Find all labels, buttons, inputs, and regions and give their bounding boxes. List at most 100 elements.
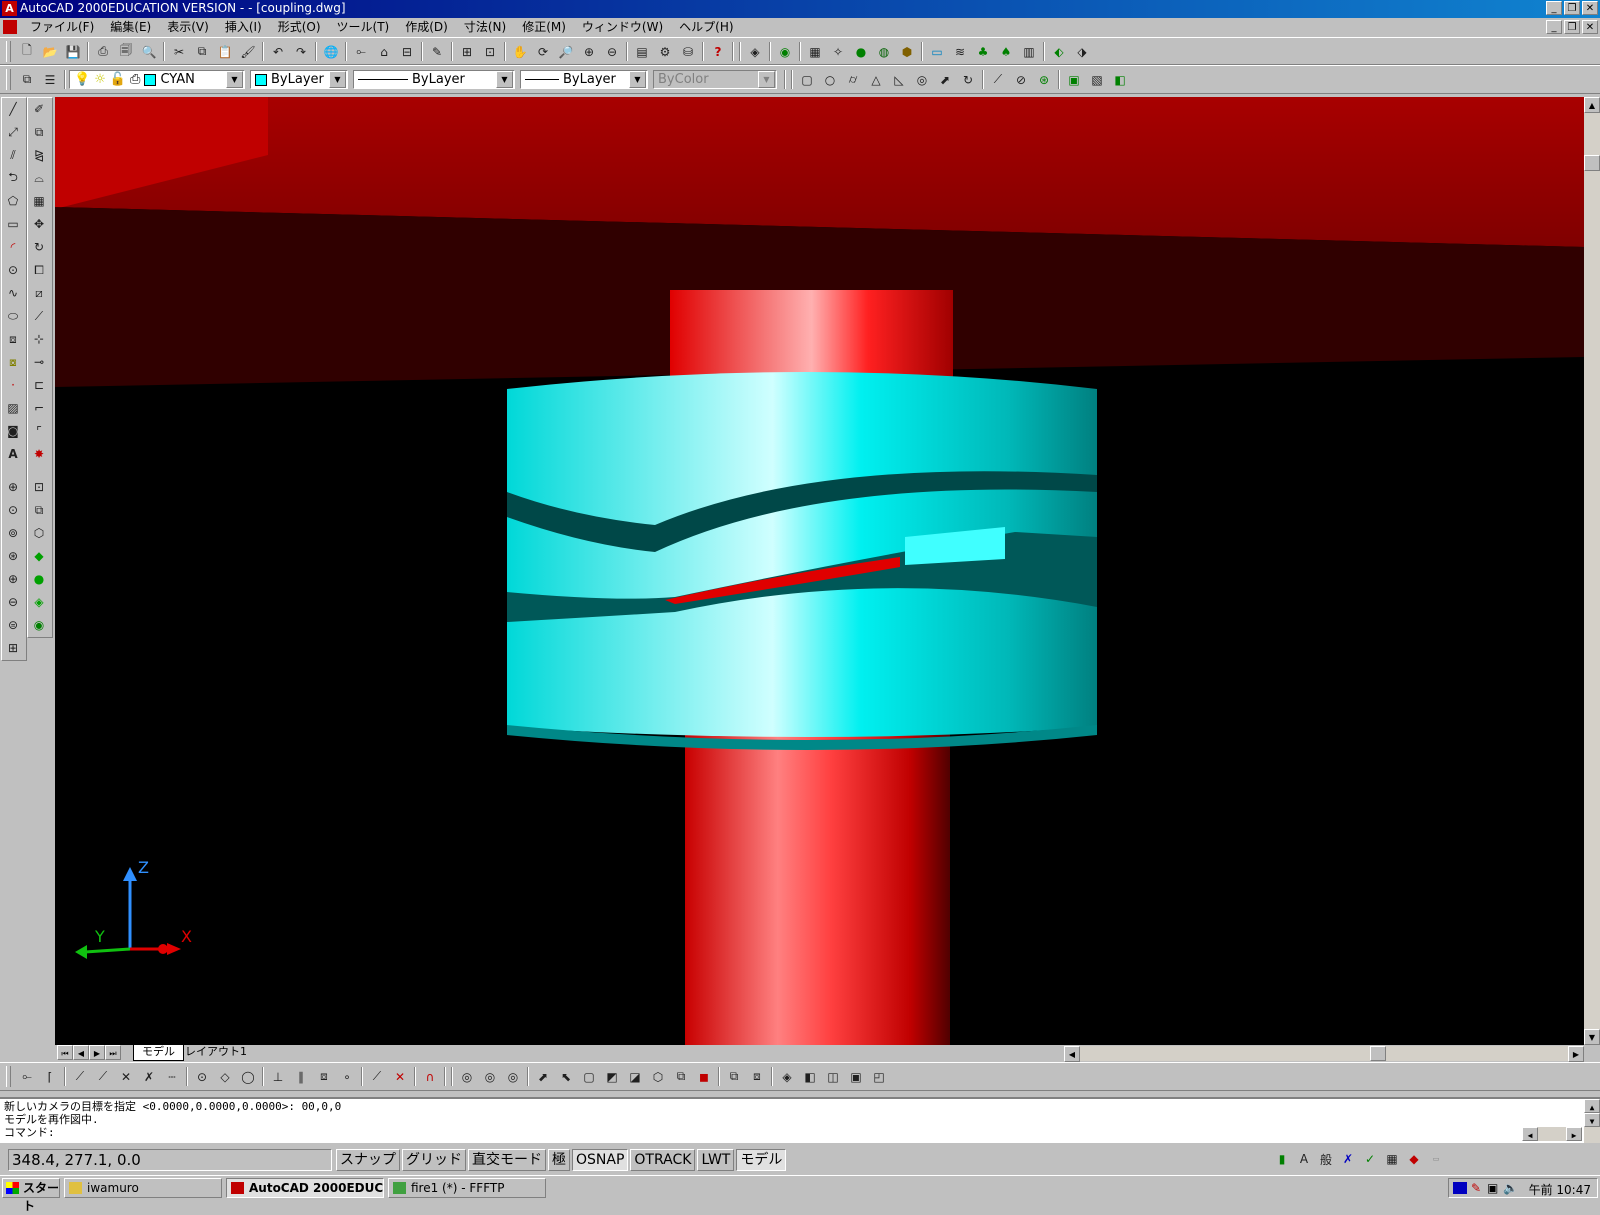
- snap-node-icon[interactable]: ∘: [336, 1066, 358, 1087]
- scroll-left-icon[interactable]: ◀: [1064, 1046, 1080, 1062]
- redo-icon[interactable]: ↷: [290, 41, 312, 62]
- distance-icon[interactable]: ⊟: [396, 41, 418, 62]
- toolbar-grip[interactable]: [6, 1066, 11, 1087]
- document-icon[interactable]: [3, 20, 17, 34]
- scroll-thumb[interactable]: [1584, 155, 1600, 171]
- autocad-app-icon[interactable]: A: [2, 1, 17, 16]
- shade-sphere-icon[interactable]: ●: [28, 568, 50, 590]
- render-icon[interactable]: ◉: [774, 41, 796, 62]
- menu-file[interactable]: ファイル(F): [22, 19, 102, 35]
- scroll-down-icon[interactable]: ▼: [1584, 1113, 1600, 1127]
- speaker-icon[interactable]: 🔈: [1503, 1181, 1518, 1195]
- lengthen-icon[interactable]: ⟋: [28, 305, 50, 327]
- union-icon[interactable]: ◎: [456, 1066, 478, 1087]
- properties-icon[interactable]: ▤: [631, 41, 653, 62]
- help-icon[interactable]: ?: [707, 41, 729, 62]
- interference-icon[interactable]: ⊛: [1033, 69, 1055, 90]
- dropdown-arrow-icon[interactable]: ▼: [329, 71, 346, 88]
- color-faces-icon[interactable]: ◼: [693, 1066, 715, 1087]
- fillet-icon[interactable]: ⌜: [28, 420, 50, 442]
- match-properties-icon[interactable]: 🖌: [237, 41, 259, 62]
- move-icon[interactable]: ✥: [28, 213, 50, 235]
- coordinate-readout[interactable]: 348.4, 277.1, 0.0: [8, 1149, 332, 1171]
- snap-quadrant-icon[interactable]: ◇: [214, 1066, 236, 1087]
- multiline-icon[interactable]: ⫽: [2, 144, 24, 166]
- menu-edit[interactable]: 編集(E): [102, 19, 159, 35]
- ime-general-icon[interactable]: 般: [1316, 1149, 1336, 1169]
- ime-convert-icon[interactable]: ✗: [1338, 1149, 1358, 1169]
- scroll-right-icon[interactable]: ▶: [1568, 1046, 1584, 1062]
- model-toggle[interactable]: モデル: [736, 1149, 787, 1171]
- close-button[interactable]: ✕: [1582, 1, 1598, 15]
- statistics-icon[interactable]: ⬗: [1071, 41, 1093, 62]
- wedge-icon[interactable]: ◺: [888, 69, 910, 90]
- minimize-button[interactable]: _: [1546, 1, 1562, 15]
- tab-layout1[interactable]: レイアウト1: [177, 1045, 255, 1060]
- fog-icon[interactable]: ≋: [949, 41, 971, 62]
- point-icon[interactable]: ·: [2, 374, 24, 396]
- mapping-icon[interactable]: ⬢: [896, 41, 918, 62]
- grid-toggle[interactable]: グリッド: [402, 1149, 466, 1171]
- tab-first-icon[interactable]: ⏮: [57, 1045, 73, 1060]
- color-dropdown[interactable]: ByLayer ▼: [250, 70, 348, 89]
- zoom-realtime-icon[interactable]: 🔎: [555, 41, 577, 62]
- zoom-in-icon[interactable]: ⊕: [2, 568, 24, 590]
- top-view-icon[interactable]: ⊡: [28, 476, 50, 498]
- drawing-viewport[interactable]: Z Y X: [55, 97, 1584, 1045]
- scroll-right-icon[interactable]: ▶: [1566, 1127, 1582, 1141]
- snap-perpendicular-icon[interactable]: ⊥: [267, 1066, 289, 1087]
- scroll-up-icon[interactable]: ▲: [1584, 1099, 1600, 1113]
- doc-minimize-button[interactable]: _: [1546, 20, 1562, 34]
- extrude-icon[interactable]: ⬈: [934, 69, 956, 90]
- ime-icon[interactable]: ▮: [1272, 1149, 1292, 1169]
- shell-icon[interactable]: ▣: [845, 1066, 867, 1087]
- menu-dimension[interactable]: 寸法(N): [456, 19, 514, 35]
- command-prompt[interactable]: コマンド:: [4, 1126, 55, 1139]
- scroll-up-icon[interactable]: ▲: [1584, 97, 1600, 113]
- pen-icon[interactable]: ✎: [1471, 1181, 1481, 1195]
- snap-apparent-intersection-icon[interactable]: ✗: [138, 1066, 160, 1087]
- break-icon[interactable]: ⊏: [28, 374, 50, 396]
- restore-button[interactable]: ❐: [1564, 1, 1580, 15]
- aerial-view-icon[interactable]: ⊞: [456, 41, 478, 62]
- toolbar-grip[interactable]: [6, 69, 11, 90]
- dropdown-arrow-icon[interactable]: ▼: [496, 71, 513, 88]
- cut-icon[interactable]: ✂: [168, 41, 190, 62]
- command-window[interactable]: 新しいカメラの目標を指定 <0.0000,0.0000,0.0000>: 00,…: [0, 1097, 1600, 1143]
- rotate-icon[interactable]: ↻: [28, 236, 50, 258]
- insert-block-icon[interactable]: ⧈: [2, 328, 24, 350]
- ime-pad-icon[interactable]: ▦: [1382, 1149, 1402, 1169]
- print-icon[interactable]: ⎙: [92, 41, 114, 62]
- menu-draw[interactable]: 作成(D): [397, 19, 456, 35]
- zoom-scale-icon[interactable]: ⊛: [2, 545, 24, 567]
- named-views-icon[interactable]: ⧉: [28, 499, 50, 521]
- make-block-icon[interactable]: ⧇: [2, 351, 24, 373]
- color-edges-icon[interactable]: ⧈: [746, 1066, 768, 1087]
- background-icon[interactable]: ▭: [926, 41, 948, 62]
- snap-from-icon[interactable]: ⌈: [39, 1066, 61, 1087]
- iso-view-icon[interactable]: ⬡: [28, 522, 50, 544]
- menu-tools[interactable]: ツール(T): [329, 19, 398, 35]
- menu-window[interactable]: ウィンドウ(W): [574, 19, 671, 35]
- snap-endpoint-icon[interactable]: ⟋: [69, 1066, 91, 1087]
- linetype-dropdown[interactable]: ByLayer ▼: [353, 70, 515, 89]
- undo-icon[interactable]: ↶: [267, 41, 289, 62]
- snap-insert-icon[interactable]: ⧈: [313, 1066, 335, 1087]
- ime-tool-icon[interactable]: ◆: [1404, 1149, 1424, 1169]
- ime-dictionary-icon[interactable]: ✓: [1360, 1149, 1380, 1169]
- new-file-icon[interactable]: 🗋: [16, 41, 38, 62]
- copy-icon[interactable]: ⧉: [191, 41, 213, 62]
- zoom-extents-icon[interactable]: ⊞: [2, 637, 24, 659]
- array-icon[interactable]: ▦: [28, 190, 50, 212]
- extend-icon[interactable]: ⊸: [28, 351, 50, 373]
- menu-help[interactable]: ヘルプ(H): [671, 19, 741, 35]
- shade-solid-icon[interactable]: ◈: [28, 591, 50, 613]
- zoom-previous-icon[interactable]: ⊖: [601, 41, 623, 62]
- redraw-icon[interactable]: ✎: [426, 41, 448, 62]
- zoom-window-icon[interactable]: ⊙: [2, 499, 24, 521]
- tracking-icon[interactable]: ⟜: [350, 41, 372, 62]
- database-icon[interactable]: ⛁: [677, 41, 699, 62]
- circle-icon[interactable]: ⊙: [2, 259, 24, 281]
- scroll-left-icon[interactable]: ◀: [1522, 1127, 1538, 1141]
- dropdown-arrow-icon[interactable]: ▼: [629, 71, 646, 88]
